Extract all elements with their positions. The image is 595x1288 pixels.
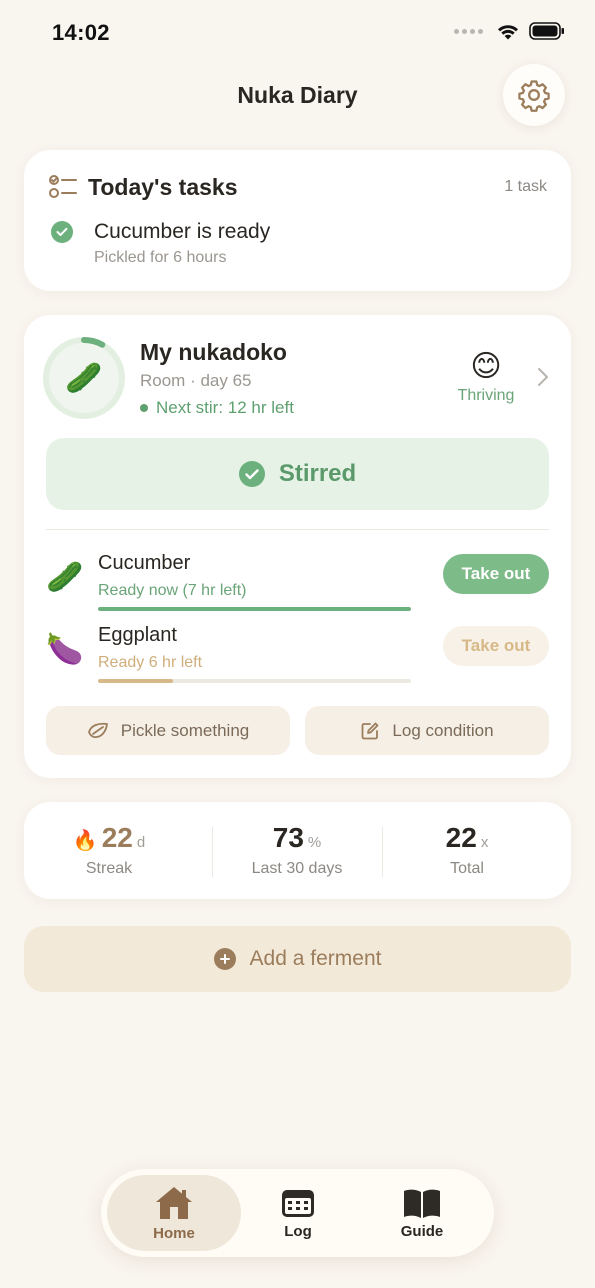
stat-label: Streak [85,860,133,877]
take-out-button[interactable]: Take out [443,554,549,594]
stat-value: 22 [101,822,133,853]
tasks-card: Today's tasks 1 task Cucumber is ready P… [24,150,571,291]
house-icon [156,1186,192,1219]
pickle-status: Ready 6 hr left [98,654,203,671]
battery-icon [529,22,564,40]
book-icon [404,1189,440,1218]
add-ferment-label: Add a ferment [249,947,382,970]
stat-last-30-days: 73 % Last 30 days [212,822,382,878]
stat-total: 22 x Total [382,822,552,878]
pickle-row-cucumber: 🥒 Cucumber Ready now (7 hr left) Take ou… [24,552,571,614]
check-icon [238,461,265,487]
cucumber-icon: 🥒 [46,561,84,594]
stat-value: 22 [445,822,477,853]
tab-guide[interactable]: Guide [355,1175,489,1251]
mood-label: Thriving [457,387,515,404]
pickle-status: Ready now (7 hr left) [98,582,247,599]
status-bar: 14:02 [0,0,595,64]
pickle-progress-bar [98,607,411,611]
tab-home[interactable]: Home [107,1175,241,1251]
checklist-icon [49,175,77,198]
check-icon[interactable] [51,221,73,243]
status-dot [140,404,148,412]
stirred-button[interactable]: Stirred [46,438,549,510]
pickle-something-label: Pickle something [120,720,250,740]
log-condition-button[interactable]: Log condition [305,706,549,755]
tab-label: Guide [400,1222,444,1240]
stat-label: Total [450,860,484,877]
stat-unit: d [136,834,146,851]
eggplant-icon: 🍆 [46,633,84,666]
fire-icon: 🔥 [72,830,98,852]
tasks-title: Today's tasks [88,174,238,200]
add-ferment-button[interactable]: Add a ferment [24,926,571,992]
tab-log[interactable]: Log [231,1175,365,1251]
task-title[interactable]: Cucumber is ready [94,220,270,244]
edit-icon [362,722,379,739]
tab-label: Home [153,1224,195,1242]
status-time: 14:02 [52,20,110,45]
pickle-name: Cucumber [98,552,191,574]
pickle-progress-bar [98,679,411,683]
take-out-button[interactable]: Take out [443,626,549,666]
nukadoko-card: 🥒 My nukadoko Room · day 65 Next stir: 1… [24,315,571,778]
nukadoko-name[interactable]: My nukadoko [140,339,287,366]
divider [46,529,549,530]
stat-streak: 🔥 22 d Streak [24,822,194,878]
gear-icon [518,80,550,112]
stat-unit: x [480,834,489,851]
leaf-icon [87,722,108,738]
stir-progress-ring: 🥒 [41,335,127,421]
log-condition-label: Log condition [392,720,494,740]
stat-unit: % [307,834,322,851]
nukadoko-meta: Room · day 65 [140,371,252,390]
smile-icon: 😊 [470,350,502,383]
mood-indicator[interactable]: 😊 Thriving [449,349,523,405]
signal-icon [454,28,483,34]
calendar-icon [282,1189,314,1217]
pickle-progress-fill [98,607,411,611]
pickle-progress-fill [98,679,174,683]
stirred-label: Stirred [278,460,357,487]
tasks-count: 1 task [504,178,547,195]
chevron-right-icon[interactable] [537,367,549,387]
next-stir: Next stir: 12 hr left [140,398,294,418]
next-stir-label: Next stir: 12 hr left [156,398,294,417]
stat-value: 73 [272,822,304,853]
stats-card: 🔥 22 d Streak 73 % Last 30 days 22 x Tot… [24,802,571,899]
stat-label: Last 30 days [251,860,343,877]
status-icons [454,22,565,40]
pickle-something-button[interactable]: Pickle something [46,706,290,755]
plus-icon [213,948,236,970]
pickle-name: Eggplant [98,624,177,646]
cucumber-icon: 🥒 [65,361,103,395]
tab-bar: Home Log Guide [101,1169,494,1257]
pickle-row-eggplant: 🍆 Eggplant Ready 6 hr left Take out [24,624,571,686]
tab-label: Log [284,1222,312,1240]
wifi-icon [498,24,518,39]
task-subtitle: Pickled for 6 hours [94,249,227,266]
settings-button[interactable] [503,64,565,126]
